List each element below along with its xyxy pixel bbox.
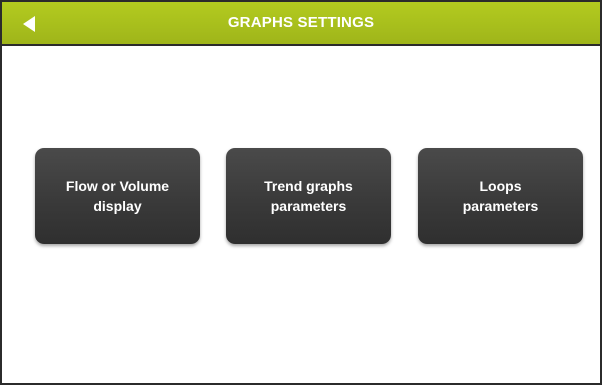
flow-or-volume-display-button[interactable]: Flow or Volume display <box>35 148 200 244</box>
trend-graphs-parameters-button[interactable]: Trend graphs parameters <box>226 148 391 244</box>
loops-parameters-button[interactable]: Loops parameters <box>418 148 583 244</box>
header-bar: GRAPHS SETTINGS <box>2 2 600 46</box>
page-title: GRAPHS SETTINGS <box>227 14 375 31</box>
graphs-settings-screen: GRAPHS SETTINGS Flow or Volume display T… <box>0 0 602 385</box>
settings-tiles: Flow or Volume display Trend graphs para… <box>2 148 600 244</box>
